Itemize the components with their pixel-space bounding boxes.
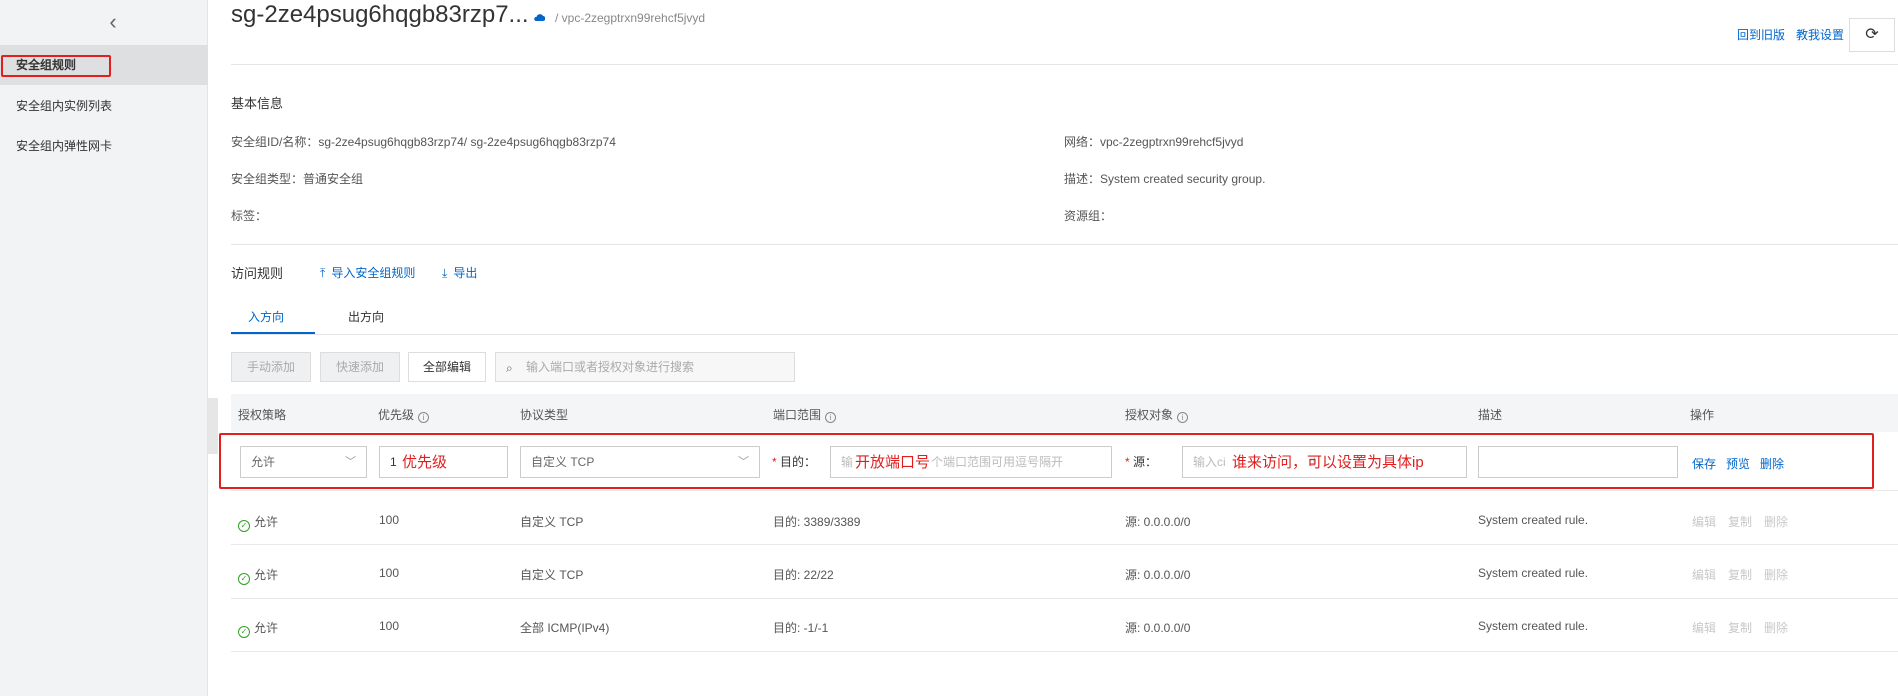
info-icon[interactable]: i (418, 412, 430, 423)
manual-add-button[interactable]: 手动添加 (231, 352, 311, 382)
export-link[interactable]: ⤓ 导出 (442, 264, 477, 281)
search-input[interactable]: ⌕ 输入端口或者授权对象进行搜索 (495, 352, 795, 382)
rules-title: 访问规则 (231, 266, 284, 281)
edit-all-button[interactable]: 全部编辑 (408, 352, 486, 382)
th-priority: 优先级 i (378, 406, 430, 423)
source-cell: 源: 0.0.0.0/0 (1125, 621, 1191, 635)
th-source-label: 授权对象 (1125, 408, 1174, 422)
protocol-cell: 自定义 TCP (520, 568, 584, 582)
divider (231, 64, 1898, 65)
info-icon[interactable]: i (1177, 412, 1189, 423)
th-port: 端口范围 i (773, 406, 837, 423)
teach-link[interactable]: 教我设置 (1796, 26, 1844, 43)
divider (231, 244, 1898, 245)
search-icon: ⌕ (506, 361, 513, 375)
tab-outbound[interactable]: 出方向 (348, 308, 384, 325)
basic-info-title: 基本信息 (231, 96, 284, 111)
import-rules-link[interactable]: ⤒ 导入安全组规则 (320, 264, 415, 281)
th-desc: 描述 (1478, 408, 1503, 422)
delete-link[interactable]: 删除 (1764, 568, 1788, 582)
edit-link[interactable]: 编辑 (1692, 568, 1716, 582)
th-priority-label: 优先级 (378, 408, 415, 422)
row-divider (231, 651, 1898, 652)
ops-cell: 编辑 复制 删除 (1692, 619, 1800, 636)
ops-cell: 编辑 复制 删除 (1692, 566, 1800, 583)
search-placeholder: 输入端口或者授权对象进行搜索 (526, 360, 695, 374)
priority-cell: 100 (379, 513, 400, 527)
scroll-left-handle[interactable] (208, 398, 218, 454)
upload-icon: ⤒ (320, 266, 326, 280)
export-label: 导出 (453, 266, 478, 280)
cloud-icon (534, 14, 545, 21)
sg-description: 描述：System created security group. (1064, 172, 1266, 186)
collapse-icon[interactable]: ‹ (103, 11, 123, 33)
import-label: 导入安全组规则 (331, 266, 416, 280)
sidebar-item-eni[interactable]: 安全组内弹性网卡 (0, 126, 208, 166)
tab-inbound[interactable]: 入方向 (248, 308, 284, 325)
ops-cell: 编辑 复制 删除 (1692, 513, 1800, 530)
annotation-box-sidebar (1, 55, 111, 77)
copy-link[interactable]: 复制 (1728, 568, 1752, 582)
sg-resource-group: 资源组： (1064, 209, 1113, 223)
source-cell: 源: 0.0.0.0/0 (1125, 568, 1191, 582)
policy-cell: ✓ 允许 (238, 566, 278, 585)
table-header (231, 394, 1898, 432)
check-circle-icon: ✓ (238, 520, 250, 532)
row-divider (231, 598, 1898, 599)
sidebar-item-instances[interactable]: 安全组内实例列表 (0, 86, 208, 126)
port-cell: 目的: -1/-1 (773, 621, 829, 635)
priority-cell: 100 (379, 619, 400, 633)
edit-link[interactable]: 编辑 (1692, 515, 1716, 529)
back-old-link[interactable]: 回到旧版 (1737, 26, 1785, 43)
sidebar-item-label: 安全组内弹性网卡 (16, 139, 113, 153)
desc-cell: System created rule. (1478, 513, 1589, 527)
annotation-box-edit-row (219, 433, 1874, 489)
copy-link[interactable]: 复制 (1728, 621, 1752, 635)
row-divider (231, 490, 1898, 491)
protocol-cell: 自定义 TCP (520, 515, 584, 529)
desc-cell: System created rule. (1478, 619, 1589, 633)
port-cell: 目的: 22/22 (773, 568, 834, 582)
th-policy: 授权策略 (238, 408, 287, 422)
refresh-button[interactable]: ⟳ (1849, 18, 1895, 52)
port-cell: 目的: 3389/3389 (773, 515, 861, 529)
check-circle-icon: ✓ (238, 573, 250, 585)
th-source: 授权对象 i (1125, 406, 1189, 423)
policy-text: 允许 (254, 568, 279, 582)
th-protocol: 协议类型 (520, 408, 569, 422)
refresh-icon: ⟳ (1865, 26, 1879, 43)
copy-link[interactable]: 复制 (1728, 515, 1752, 529)
download-icon: ⤓ (442, 266, 448, 280)
policy-text: 允许 (254, 515, 279, 529)
sidebar: ‹ 安全组规则 安全组内实例列表 安全组内弹性网卡 (0, 0, 208, 696)
info-icon[interactable]: i (825, 412, 837, 423)
quick-add-button[interactable]: 快速添加 (320, 352, 400, 382)
delete-link[interactable]: 删除 (1764, 621, 1788, 635)
delete-link[interactable]: 删除 (1764, 515, 1788, 529)
th-ops: 操作 (1690, 408, 1715, 422)
source-cell: 源: 0.0.0.0/0 (1125, 515, 1191, 529)
sg-id-name: 安全组ID/名称：sg-2ze4psug6hqgb83rzp74/ sg-2ze… (231, 135, 616, 149)
page-title: sg-2ze4psug6hqgb83rzp7... (231, 1, 529, 28)
sg-type: 安全组类型：普通安全组 (231, 172, 364, 186)
edit-link[interactable]: 编辑 (1692, 621, 1716, 635)
policy-cell: ✓ 允许 (238, 513, 278, 532)
protocol-cell: 全部 ICMP(IPv4) (520, 621, 610, 635)
sg-tags: 标签： (231, 209, 268, 223)
sg-network: 网络：vpc-2zegptrxn99rehcf5jvyd (1064, 135, 1244, 149)
divider (231, 334, 1898, 335)
sidebar-item-label: 安全组内实例列表 (16, 99, 113, 113)
desc-cell: System created rule. (1478, 566, 1589, 580)
policy-cell: ✓ 允许 (238, 619, 278, 638)
check-circle-icon: ✓ (238, 626, 250, 638)
th-port-label: 端口范围 (773, 408, 822, 422)
row-divider (231, 544, 1898, 545)
priority-cell: 100 (379, 566, 400, 580)
policy-text: 允许 (254, 621, 279, 635)
vpc-breadcrumb[interactable]: / vpc-2zegptrxn99rehcf5jvyd (555, 11, 705, 25)
